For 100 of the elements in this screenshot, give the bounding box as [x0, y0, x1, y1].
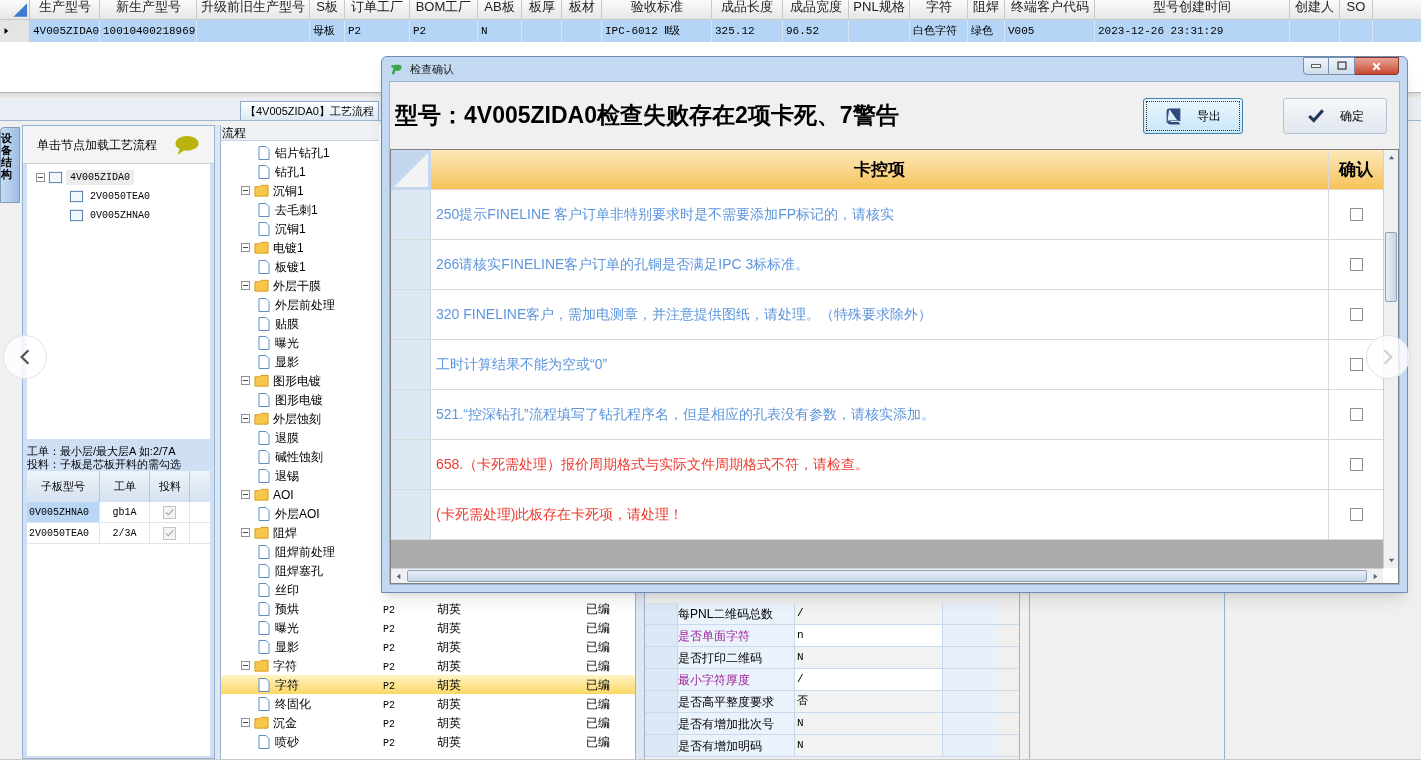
- column-header[interactable]: 投料: [158, 478, 181, 495]
- column-header[interactable]: 成品宽度: [789, 0, 842, 14]
- tree-node[interactable]: 2V0050TEA0: [87, 189, 153, 204]
- tree-node[interactable]: 碱性蚀刻: [275, 447, 323, 466]
- tree-node[interactable]: 0V005ZHNA0: [87, 208, 153, 223]
- tree-node[interactable]: 铝片钻孔1: [275, 143, 330, 162]
- tree-node[interactable]: 丝印: [275, 580, 299, 599]
- confirm-button[interactable]: 确定: [1283, 97, 1387, 134]
- tree-node[interactable]: 外层前处理: [275, 295, 335, 314]
- column-header[interactable]: BOM工厂: [415, 0, 472, 14]
- collapse-toggle[interactable]: [241, 281, 250, 290]
- tree-node[interactable]: 图形电镀: [273, 371, 321, 390]
- column-header[interactable]: 终端客户代码: [1010, 0, 1089, 14]
- collapse-toggle[interactable]: [241, 718, 250, 727]
- tree-node[interactable]: 曝光: [275, 333, 299, 352]
- tree-node[interactable]: 钻孔1: [275, 162, 306, 181]
- tree-node[interactable]: 阻焊前处理: [275, 542, 335, 561]
- minimize-button[interactable]: [1303, 57, 1329, 75]
- checkbox[interactable]: [1349, 458, 1363, 471]
- tree-node[interactable]: 外层干膜: [273, 276, 321, 295]
- checkbox[interactable]: [1349, 258, 1363, 271]
- checkbox[interactable]: [1349, 358, 1363, 371]
- column-header[interactable]: 字符: [925, 0, 952, 14]
- column-header[interactable]: PNL规格: [853, 0, 905, 14]
- tree-node[interactable]: 退锡: [275, 466, 299, 485]
- table-cell-text: V005: [1008, 23, 1035, 39]
- folder-icon: [253, 240, 270, 255]
- checkbox[interactable]: [163, 505, 176, 519]
- collapse-toggle[interactable]: [241, 186, 250, 195]
- column-header[interactable]: 创建人: [1295, 0, 1334, 14]
- tree-node[interactable]: 电镀1: [273, 238, 304, 257]
- tree-node[interactable]: 图形电镀: [275, 390, 323, 409]
- collapse-toggle[interactable]: [241, 243, 250, 252]
- checkbox[interactable]: [163, 526, 176, 540]
- tree-node[interactable]: 沉铜1: [273, 181, 304, 200]
- scroll-down-icon: [1386, 556, 1396, 565]
- nav-button[interactable]: [3, 335, 47, 379]
- tree-node[interactable]: 字符: [275, 675, 299, 694]
- checkbox[interactable]: [1349, 408, 1363, 421]
- tree-node[interactable]: 字符: [273, 656, 297, 675]
- field-value: N: [797, 650, 804, 666]
- column-header[interactable]: 阻焊: [973, 0, 999, 14]
- collapse-toggle[interactable]: [241, 490, 250, 499]
- tree-node[interactable]: 退膜: [275, 428, 299, 447]
- maximize-button[interactable]: [1329, 57, 1355, 75]
- collapse-toggle[interactable]: [241, 414, 250, 423]
- column-header[interactable]: 板材: [568, 0, 595, 14]
- column-header[interactable]: 验收标准: [630, 0, 683, 14]
- tree-node[interactable]: 终固化: [275, 694, 311, 713]
- column-header[interactable]: 新生产型号: [115, 0, 181, 14]
- tree-node[interactable]: 显影: [275, 637, 299, 656]
- tree-node[interactable]: 沉铜1: [275, 219, 306, 238]
- column-header[interactable]: SO: [1346, 0, 1366, 14]
- column-header[interactable]: 订单工厂: [351, 0, 403, 14]
- collapse-toggle[interactable]: [36, 173, 45, 182]
- column-header[interactable]: S板: [316, 0, 338, 14]
- tree-node[interactable]: 阻焊塞孔: [275, 561, 323, 580]
- node-icon: [69, 208, 84, 223]
- tree-node[interactable]: 外层蚀刻: [273, 409, 321, 428]
- column-header[interactable]: 工单: [113, 478, 136, 495]
- export-button[interactable]: 导出: [1143, 97, 1243, 134]
- tree-node[interactable]: 板镀1: [275, 257, 306, 276]
- scroll-thumb[interactable]: [407, 570, 1367, 582]
- tree-node[interactable]: AOI: [273, 485, 294, 504]
- tree-node[interactable]: 沉金: [273, 713, 297, 732]
- column-header[interactable]: 型号创建时间: [1153, 0, 1231, 14]
- collapse-toggle[interactable]: [241, 661, 250, 670]
- tree-node[interactable]: 喷砂: [275, 732, 299, 751]
- side-tab[interactable]: 设备结构: [0, 127, 20, 203]
- scroll-thumb[interactable]: [1385, 232, 1397, 302]
- tree-node[interactable]: 4V005ZIDA0: [66, 170, 134, 185]
- vertical-scrollbar[interactable]: [1383, 150, 1398, 568]
- column-header[interactable]: 流程: [221, 125, 379, 141]
- tree-node[interactable]: 去毛刺1: [275, 200, 318, 219]
- checkbox[interactable]: [1349, 208, 1363, 221]
- collapse-toggle[interactable]: [241, 376, 250, 385]
- column-header[interactable]: 卡控项: [854, 156, 905, 183]
- table-row[interactable]: 4V005ZIDA0 10010400218969 母板 P2 P2 N IPC-6012 Ⅱ级 325.12 96.52 白色字符 绿色 V005 2023-12-26 23:31:29: [0, 20, 1421, 42]
- column-header[interactable]: 升级前旧生产型号: [201, 0, 305, 14]
- column-header[interactable]: 子板型号: [41, 478, 85, 495]
- close-button[interactable]: [1355, 57, 1399, 75]
- tree-node[interactable]: 曝光: [275, 618, 299, 637]
- tree-node[interactable]: 阻焊: [273, 523, 297, 542]
- checkbox[interactable]: [1349, 508, 1363, 521]
- collapse-toggle[interactable]: [241, 528, 250, 537]
- tree-node[interactable]: 预烘: [275, 599, 299, 618]
- tree-node[interactable]: 贴膜: [275, 314, 299, 333]
- horizontal-scrollbar[interactable]: [391, 568, 1383, 583]
- document-icon: [256, 353, 272, 370]
- tree-node[interactable]: 外层AOI: [275, 504, 320, 523]
- document-tab[interactable]: 【4V005ZIDA0】工艺流程: [240, 101, 379, 120]
- checkbox[interactable]: [1349, 308, 1363, 321]
- selected-row[interactable]: 字符 P2 胡英 已编: [221, 675, 635, 694]
- column-header[interactable]: AB板: [484, 0, 515, 14]
- column-header[interactable]: 生产型号: [38, 0, 91, 14]
- tree-node[interactable]: 显影: [275, 352, 299, 371]
- row-header[interactable]: [0, 20, 30, 42]
- column-header[interactable]: 成品长度: [721, 0, 773, 14]
- table-cell: 已编: [586, 601, 610, 616]
- column-header[interactable]: 板厚: [528, 0, 555, 14]
